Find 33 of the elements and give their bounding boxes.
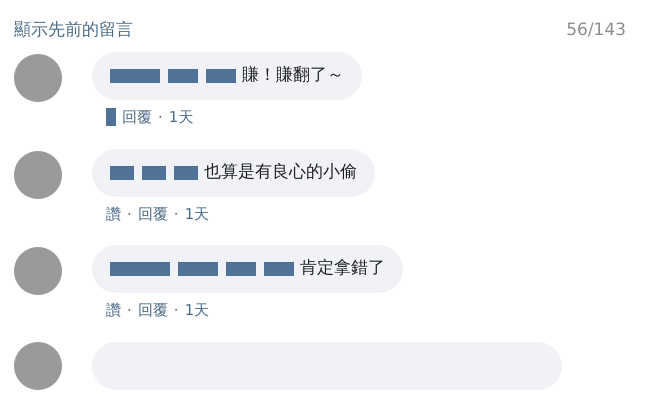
- comment-text: 賺！賺翻了～: [242, 64, 344, 88]
- comment-action[interactable]: 回覆: [138, 202, 168, 225]
- comment-count: 56/143: [566, 19, 626, 42]
- avatar[interactable]: [14, 342, 62, 390]
- redacted-name: [264, 262, 294, 276]
- view-previous-comments-link[interactable]: 顯示先前的留言: [14, 18, 133, 44]
- redacted-name: [142, 166, 166, 180]
- avatar[interactable]: [14, 247, 62, 295]
- separator-dot: ·: [127, 204, 132, 224]
- comment-action[interactable]: 1天: [184, 202, 210, 225]
- avatar[interactable]: [14, 54, 62, 102]
- redacted-name: [110, 166, 134, 180]
- redacted-name: [206, 69, 236, 83]
- redacted-name: [110, 69, 160, 83]
- comment-text: 肯定拿錯了: [300, 257, 385, 280]
- comment-text: 也算是有良心的小偷: [204, 160, 357, 184]
- separator-dot: ·: [174, 204, 179, 224]
- separator-dot: ·: [174, 300, 179, 321]
- comment-action[interactable]: 回覆: [138, 299, 168, 322]
- comment-action[interactable]: 1天: [184, 299, 210, 322]
- separator-dot: ·: [158, 107, 163, 128]
- separator-dot: ·: [127, 300, 132, 321]
- redacted-name: [174, 166, 198, 180]
- redacted-name: [226, 262, 256, 276]
- redacted-text: [106, 108, 116, 126]
- avatar[interactable]: [14, 150, 62, 198]
- comment-action[interactable]: 1天: [168, 106, 194, 128]
- comment-action[interactable]: 讚: [106, 299, 121, 322]
- redacted-name: [110, 262, 170, 276]
- comment-action[interactable]: 讚: [106, 202, 121, 225]
- redacted-name: [168, 69, 198, 83]
- comment-action[interactable]: 回覆: [122, 106, 152, 128]
- redacted-name: [178, 262, 218, 276]
